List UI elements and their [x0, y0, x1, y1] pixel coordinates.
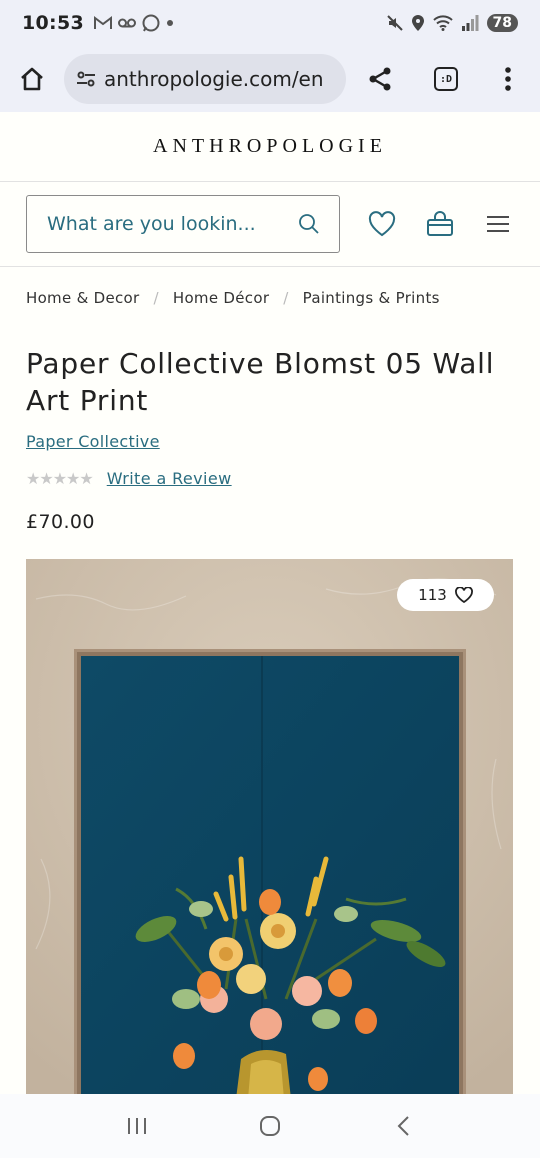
mute-icon [386, 15, 403, 31]
hamburger-icon [487, 216, 509, 232]
whatsapp-icon [142, 14, 160, 32]
search-input[interactable] [47, 213, 297, 235]
site-header: ANTHROPOLOGIE [0, 112, 540, 182]
product-title: Paper Collective Blomst 05 Wall Art Prin… [26, 347, 495, 417]
heart-outline-icon [454, 587, 473, 603]
search-icon[interactable] [297, 212, 321, 236]
home-circle-icon [259, 1116, 280, 1136]
dot-icon [166, 20, 173, 26]
home-nav-button[interactable] [240, 1101, 300, 1151]
breadcrumb-item-home-decor-accent[interactable]: Home Décor [173, 289, 269, 307]
menu-button[interactable] [480, 206, 516, 242]
voicemail-icon [117, 18, 136, 28]
product-page: Home & Decor / Home Décor / Paintings & … [0, 267, 540, 1094]
signal-icon [461, 15, 479, 31]
url-text: anthropologie.com/en [104, 67, 324, 91]
address-bar[interactable]: anthropologie.com/en [64, 54, 346, 104]
back-chevron-icon [397, 1116, 410, 1136]
tab-switcher-icon: :D [434, 67, 458, 91]
status-bar: 10:53 78 [0, 0, 540, 46]
breadcrumb-separator: / [153, 289, 159, 307]
browser-toolbar: anthropologie.com/en :D [0, 46, 540, 112]
breadcrumb: Home & Decor / Home Décor / Paintings & … [26, 289, 440, 307]
heart-icon [368, 211, 396, 237]
status-time: 10:53 [22, 12, 84, 34]
site-settings-icon [77, 71, 95, 87]
write-review-link[interactable]: Write a Review [107, 469, 232, 488]
home-button[interactable] [10, 57, 54, 101]
status-system-icons: 78 [386, 14, 518, 32]
search-box[interactable] [26, 195, 340, 253]
location-icon [411, 14, 424, 31]
back-button[interactable] [373, 1101, 433, 1151]
browser-menu-button[interactable] [486, 57, 530, 101]
product-photo [26, 559, 513, 1094]
like-count: 113 [418, 586, 447, 604]
home-icon [21, 67, 43, 91]
tab-switcher-button[interactable]: :D [424, 57, 468, 101]
product-image[interactable]: 113 [26, 559, 513, 1094]
basket-button[interactable] [422, 206, 458, 242]
basket-icon [427, 211, 453, 236]
rating-stars: ★★★★★ [26, 469, 94, 488]
system-nav-bar [0, 1094, 540, 1158]
recent-apps-icon [127, 1118, 146, 1134]
wifi-icon [432, 15, 453, 31]
share-button[interactable] [358, 57, 402, 101]
product-price: £70.00 [26, 511, 95, 533]
battery-level: 78 [486, 14, 518, 32]
wishlist-button[interactable] [364, 206, 400, 242]
site-logo[interactable]: ANTHROPOLOGIE [153, 135, 387, 158]
breadcrumb-item-home-decor[interactable]: Home & Decor [26, 289, 140, 307]
breadcrumb-separator: / [283, 289, 289, 307]
recent-apps-button[interactable] [107, 1101, 167, 1151]
brand-link[interactable]: Paper Collective [26, 432, 160, 451]
share-icon [369, 67, 391, 91]
breadcrumb-item-paintings-prints[interactable]: Paintings & Prints [303, 289, 440, 307]
search-row [0, 182, 540, 267]
rating-row: ★★★★★ Write a Review [26, 469, 232, 488]
status-notification-icons [93, 14, 174, 32]
gmail-icon [93, 16, 112, 29]
more-vertical-icon [505, 67, 511, 91]
like-button[interactable]: 113 [397, 579, 494, 611]
